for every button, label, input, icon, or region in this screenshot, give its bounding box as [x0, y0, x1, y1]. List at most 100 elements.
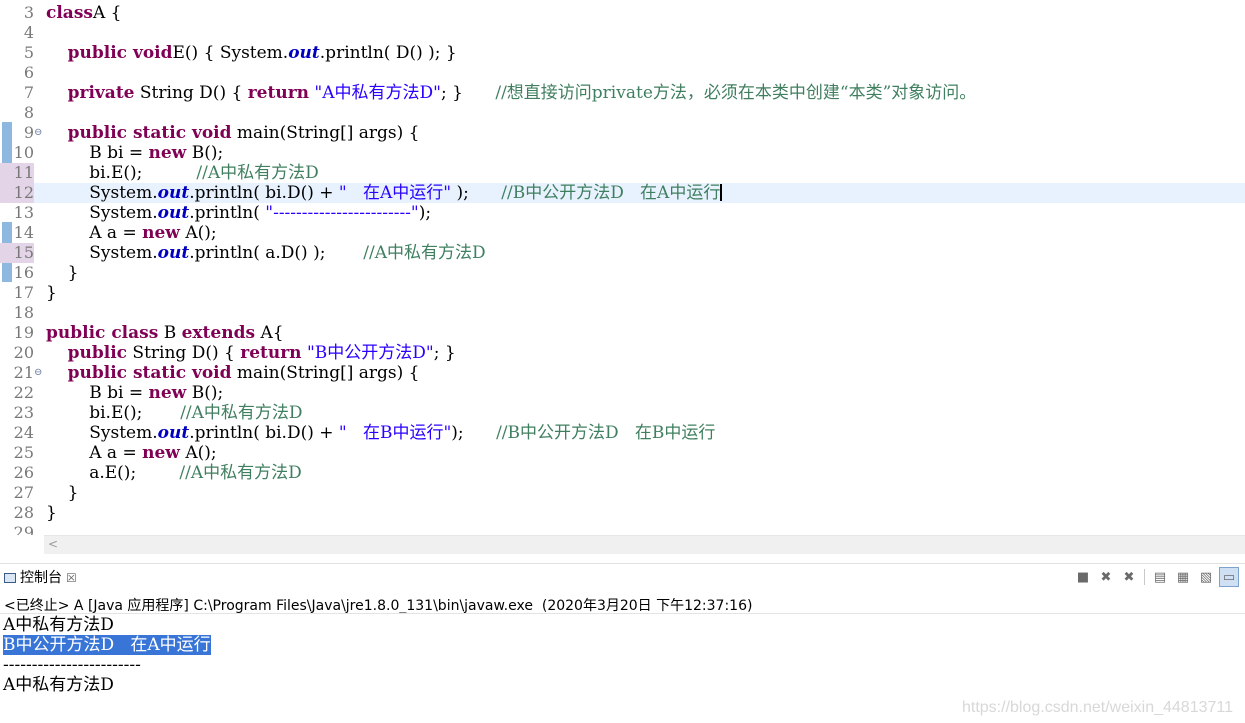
code-line[interactable]: 12 System.out.println( bi.D() + " 在A中运行"… [0, 183, 1245, 203]
code-token: B(); [186, 383, 224, 403]
horizontal-scrollbar[interactable]: < [44, 535, 1245, 554]
code-token: public void [67, 43, 173, 63]
line-number: 10 [13, 143, 34, 162]
code-line[interactable]: 10 B bi = new B(); [0, 143, 1245, 163]
code-token: .println( a.D() ); [189, 243, 364, 263]
code-line[interactable]: 4 [0, 23, 1245, 43]
line-number: 24 [13, 423, 34, 442]
code-token: return [240, 343, 302, 363]
code-line[interactable]: 6 [0, 63, 1245, 83]
code-token: class [46, 3, 93, 23]
code-token: E() { System. [172, 43, 289, 63]
code-token: } [46, 263, 79, 283]
code-line[interactable]: 17} [0, 283, 1245, 303]
code-token: A a = [46, 223, 143, 243]
code-line[interactable]: 19 public class B extends A{ [0, 323, 1245, 343]
fold-toggle-icon[interactable]: ⊖ [34, 123, 44, 143]
code-token: public static void [67, 363, 232, 383]
output-line[interactable]: A中私有方法D [3, 675, 211, 695]
output-line[interactable]: A中私有方法D [3, 615, 211, 635]
remove-all-launches-icon[interactable]: ✖ [1119, 567, 1139, 587]
output-text: A中私有方法D [3, 675, 114, 695]
output-line[interactable]: ------------------------ [3, 655, 211, 675]
code-line[interactable]: 3 classA { [0, 3, 1245, 23]
line-number: 16 [13, 263, 34, 282]
code-line[interactable]: 21 ⊖ public static void main(String[] arg… [0, 363, 1245, 383]
line-number: 7 [23, 83, 34, 102]
code-line[interactable]: 15 System.out.println( a.D() ); //A中私有方法… [0, 243, 1245, 263]
code-line[interactable]: 8 [0, 103, 1245, 123]
code-text: public static void main(String[] args) { [46, 363, 420, 383]
console-output[interactable]: A中私有方法D B中公开方法D 在A中运行 --------------------… [3, 615, 211, 695]
code-editor[interactable]: 3 classA {4 5 public voidE() { System.out.… [0, 0, 1245, 535]
code-line[interactable]: 9 ⊖ public static void main(String[] args… [0, 123, 1245, 143]
code-token: String D() { [134, 83, 248, 103]
code-token: //A中私有方法D [179, 463, 302, 483]
line-number: 29 [13, 523, 34, 535]
close-tab-icon[interactable]: ☒ [66, 568, 77, 588]
code-token: } [46, 283, 57, 303]
code-token: public class [46, 323, 159, 343]
code-token: ); [418, 203, 432, 223]
output-line[interactable]: B中公开方法D 在A中运行 [3, 635, 211, 655]
code-line[interactable]: 28} [0, 503, 1245, 523]
code-line[interactable]: 13 System.out.println( "----------------… [0, 203, 1245, 223]
code-text: public String D() { return "B中公开方法D"; } [46, 343, 456, 363]
line-number: 28 [13, 503, 34, 522]
show-console-icon[interactable]: ▭ [1219, 567, 1239, 587]
code-text: A a = new A(); [46, 443, 216, 463]
code-token: .println( bi.D() + [189, 183, 339, 203]
code-line[interactable]: 18 [0, 303, 1245, 323]
text-caret [720, 184, 723, 201]
line-number: 23 [13, 403, 34, 422]
code-text: private String D() { return "A中私有方法D"; }… [46, 83, 977, 103]
code-token: new [148, 143, 187, 163]
code-line[interactable]: 14 A a = new A(); [0, 223, 1245, 243]
code-token: public [67, 343, 128, 363]
code-line[interactable]: 22 B bi = new B(); [0, 383, 1245, 403]
code-line[interactable]: 26 a.E(); //A中私有方法D [0, 463, 1245, 483]
code-text: } [46, 263, 79, 283]
scroll-lock-icon[interactable]: ▦ [1173, 567, 1193, 587]
code-token: B bi = [46, 383, 149, 403]
code-line[interactable]: 7 private String D() { return "A中私有方法D";… [0, 83, 1245, 103]
code-lines[interactable]: 3 classA {4 5 public voidE() { System.out.… [0, 3, 1245, 535]
code-line[interactable]: 5 public voidE() { System.out.println( D… [0, 43, 1245, 63]
code-text: classA { [46, 3, 121, 23]
code-token: B [158, 323, 182, 343]
remove-launch-icon[interactable]: ✖ [1096, 567, 1116, 587]
code-line[interactable]: 24 System.out.println( bi.D() + " 在B中运行"… [0, 423, 1245, 443]
line-number: 5 [23, 43, 34, 62]
line-number: 25 [13, 443, 34, 462]
word-wrap-icon[interactable]: ▧ [1196, 567, 1216, 587]
code-token: out [157, 203, 190, 223]
line-number: 6 [23, 63, 34, 82]
line-number: 20 [13, 343, 34, 362]
code-token: //A中私有方法D [180, 403, 303, 423]
code-token: extends [181, 323, 256, 343]
fold-toggle-icon[interactable]: ⊖ [34, 363, 44, 383]
code-token: ); [451, 423, 497, 443]
code-line[interactable]: 16 } [0, 263, 1245, 283]
clear-console-icon[interactable]: ▤ [1150, 567, 1170, 587]
scroll-left-arrow-icon[interactable]: < [48, 536, 58, 553]
code-line[interactable]: 29 [0, 523, 1245, 535]
code-token: } [46, 483, 79, 503]
terminated-launch-info: <已终止> A [Java 应用程序] C:\Program Files\Jav… [4, 598, 753, 614]
code-text: System.out.println( "-------------------… [46, 203, 431, 223]
code-text: System.out.println( bi.D() + " 在A中运行" );… [46, 183, 723, 203]
line-number: 15 [0, 243, 34, 263]
code-line[interactable]: 20 public String D() { return "B中公开方法D";… [0, 343, 1245, 363]
code-token: " 在A中运行" [338, 183, 452, 203]
code-line[interactable]: 27 } [0, 483, 1245, 503]
code-line[interactable]: 11 bi.E(); //A中私有方法D [0, 163, 1245, 183]
code-token: System. [46, 203, 158, 223]
terminate-icon[interactable]: ■ [1073, 567, 1093, 587]
line-number: 4 [23, 23, 34, 42]
code-line[interactable]: 23 bi.E(); //A中私有方法D [0, 403, 1245, 423]
code-line[interactable]: 25 A a = new A(); [0, 443, 1245, 463]
console-tab[interactable]: 控制台 ☒ [4, 568, 77, 588]
